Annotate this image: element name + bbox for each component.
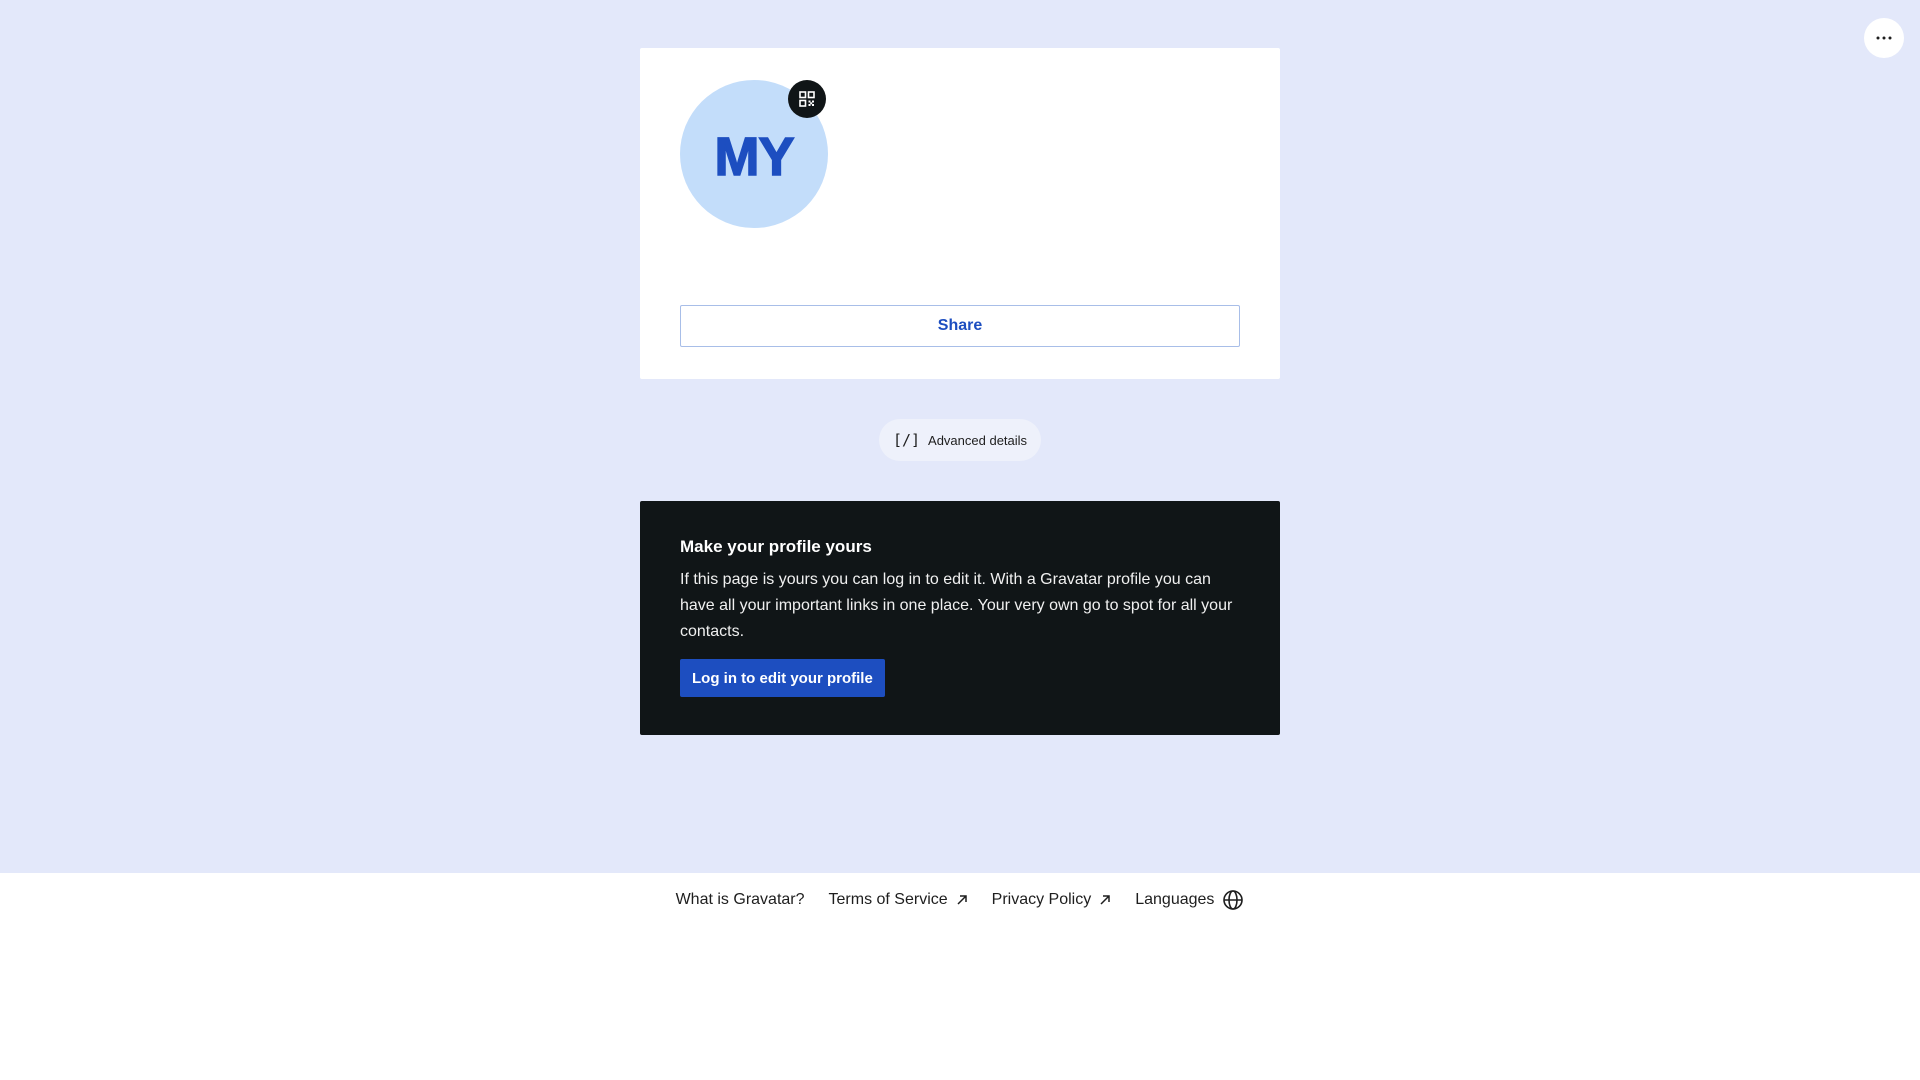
profile-card: MY Share (640, 48, 1280, 379)
qr-code-button[interactable] (788, 80, 826, 118)
promo-card: Make your profile yours If this page is … (640, 501, 1280, 735)
external-link-icon (1100, 895, 1110, 905)
advanced-details-button[interactable]: [/] Advanced details (879, 419, 1041, 461)
login-button[interactable]: Log in to edit your profile (680, 659, 885, 697)
footer-link-label: What is Gravatar? (675, 891, 805, 908)
footer-link-languages[interactable]: Languages (1135, 889, 1244, 911)
code-brackets-icon: [/] (892, 431, 921, 449)
external-link-icon (957, 895, 967, 905)
globe-icon (1223, 890, 1244, 910)
footer-link-label: Privacy Policy (991, 891, 1092, 908)
more-options-button[interactable] (1864, 18, 1904, 58)
footer-link-label: Terms of Service (828, 891, 948, 908)
promo-text: If this page is yours you can log in to … (680, 571, 1233, 640)
footer: What is Gravatar? Terms of Service Priva… (0, 873, 1920, 927)
avatar-initials: MY (714, 126, 796, 188)
share-button[interactable]: Share (680, 305, 1240, 347)
ellipsis-icon (1876, 36, 1892, 40)
advanced-details-label: Advanced details (928, 432, 1028, 448)
footer-link-terms[interactable]: Terms of Service (829, 891, 968, 909)
footer-link-what-is-gravatar[interactable]: What is Gravatar? (676, 891, 805, 909)
qr-code-icon (799, 91, 815, 107)
promo-title: Make your profile yours (680, 537, 872, 556)
footer-link-label: Languages (1135, 891, 1215, 908)
page-background: MY Share [/] Advanced details Make your … (0, 0, 1920, 873)
footer-link-privacy[interactable]: Privacy Policy (992, 891, 1112, 909)
